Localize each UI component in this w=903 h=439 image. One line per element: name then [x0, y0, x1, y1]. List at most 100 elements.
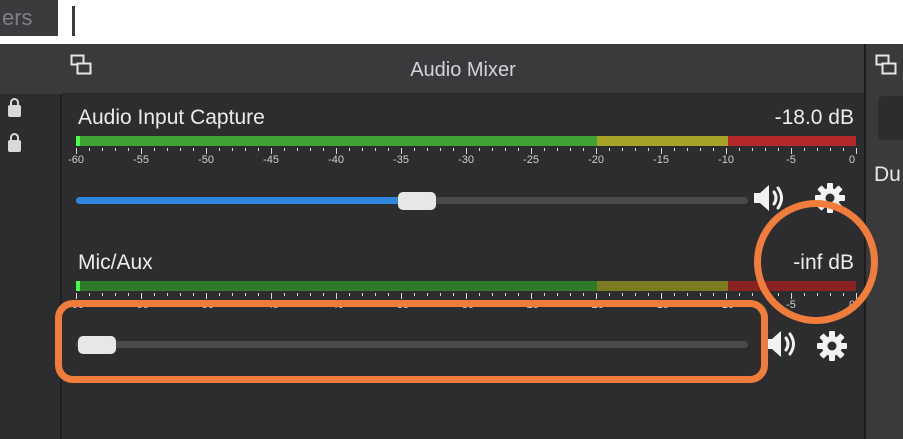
- meter-scale-label: -20: [588, 154, 604, 166]
- meter-tick: [817, 148, 818, 151]
- left-dock-header: [0, 44, 62, 94]
- meter-tick: [154, 293, 155, 296]
- meter-tick: [557, 293, 558, 296]
- meter-scale-label: -40: [328, 154, 344, 166]
- meter-tick: [167, 293, 168, 296]
- meter-scale-label: -45: [263, 154, 279, 166]
- meter-tick: [518, 293, 519, 296]
- meter-scale-label: -30: [458, 154, 474, 166]
- meter-scale-label: -35: [393, 154, 409, 166]
- gear-icon[interactable]: [816, 330, 848, 362]
- meter-tick: [284, 293, 285, 296]
- meter-tick: [193, 293, 194, 296]
- meter-tick: [245, 148, 246, 151]
- meter-tick: [778, 148, 779, 151]
- meter-peak-indicator: [76, 136, 80, 146]
- meter-tick: [375, 293, 376, 296]
- channel-level: -18.0 dB: [774, 106, 854, 129]
- dock-float-icon[interactable]: [70, 54, 92, 76]
- meter-scale-label: -5: [786, 154, 796, 166]
- meter-tick: [232, 293, 233, 296]
- right-dock-text: Du: [874, 163, 901, 186]
- meter-tick: [505, 293, 506, 296]
- previous-dock-tab[interactable]: ers: [0, 0, 58, 36]
- meter-tick: [687, 148, 688, 151]
- meter-tick: [674, 293, 675, 296]
- meter-tick: [310, 293, 311, 296]
- meter-tick: [752, 293, 753, 296]
- meter-tick: [570, 148, 571, 151]
- dock-float-icon[interactable]: [875, 54, 897, 76]
- audio-mixer-title: Audio Mixer: [410, 59, 516, 81]
- meter-tick: [687, 293, 688, 296]
- meter-tick: [544, 148, 545, 151]
- meter-tick: [752, 148, 753, 151]
- meter-tick: [830, 148, 831, 151]
- meter-scale-label: 0: [848, 154, 856, 166]
- meter-tick: [843, 148, 844, 151]
- volume-slider-handle[interactable]: [398, 192, 436, 210]
- meter-tick: [622, 293, 623, 296]
- meter-tick: [713, 293, 714, 296]
- meter-scale-label: -25: [523, 154, 539, 166]
- meter-tick: [427, 293, 428, 296]
- meter-tick: [388, 293, 389, 296]
- meter-tick: [544, 293, 545, 296]
- channel-name: Audio Input Capture: [78, 106, 265, 129]
- volume-meter: [76, 281, 856, 291]
- meter-tick: [193, 148, 194, 151]
- meter-tick: [362, 148, 363, 151]
- meter-tick: [245, 293, 246, 296]
- meter-tick: [440, 148, 441, 151]
- meter-tick: [609, 293, 610, 296]
- meter-tick: [414, 293, 415, 296]
- meter-tick: [258, 148, 259, 151]
- meter-tick: [102, 293, 103, 296]
- meter-green-zone: [76, 281, 597, 291]
- meter-tick: [765, 148, 766, 151]
- meter-tick: [713, 148, 714, 151]
- meter-tick: [492, 148, 493, 151]
- meter-tick: [89, 293, 90, 296]
- meter-tick: [362, 293, 363, 296]
- meter-tick: [128, 148, 129, 151]
- meter-tick: [258, 293, 259, 296]
- meter-tick: [349, 148, 350, 151]
- meter-tick: [219, 293, 220, 296]
- meter-tick: [453, 148, 454, 151]
- meter-tick: [180, 293, 181, 296]
- meter-tick: [414, 148, 415, 151]
- meter-tick: [115, 148, 116, 151]
- meter-tick: [388, 148, 389, 151]
- meter-peak-indicator: [76, 281, 80, 291]
- meter-tick: [739, 293, 740, 296]
- meter-tick: [492, 293, 493, 296]
- meter-tick: [167, 148, 168, 151]
- meter-tick: [89, 148, 90, 151]
- meter-tick: [349, 293, 350, 296]
- lock-icon[interactable]: [8, 98, 21, 117]
- meter-scale-label: -60: [68, 154, 84, 166]
- meter-yellow-zone: [597, 136, 728, 146]
- meter-tick: [505, 148, 506, 151]
- lock-icon[interactable]: [8, 133, 21, 152]
- meter-scale-label: -50: [198, 154, 214, 166]
- volume-slider-fill: [76, 197, 406, 204]
- meter-tick: [115, 293, 116, 296]
- meter-tick: [297, 293, 298, 296]
- meter-tick: [648, 148, 649, 151]
- meter-tick: [427, 148, 428, 151]
- meter-tick: [310, 148, 311, 151]
- right-dock-control[interactable]: [878, 96, 903, 140]
- meter-tick: [128, 293, 129, 296]
- meter-tick: [453, 293, 454, 296]
- meter-tick: [648, 293, 649, 296]
- meter-tick: [622, 148, 623, 151]
- meter-tick: [557, 148, 558, 151]
- meter-tick: [284, 148, 285, 151]
- meter-tick: [583, 293, 584, 296]
- channel-name: Mic/Aux: [78, 251, 153, 274]
- meter-tick: [674, 148, 675, 151]
- meter-tick: [609, 148, 610, 151]
- meter-tick: [323, 148, 324, 151]
